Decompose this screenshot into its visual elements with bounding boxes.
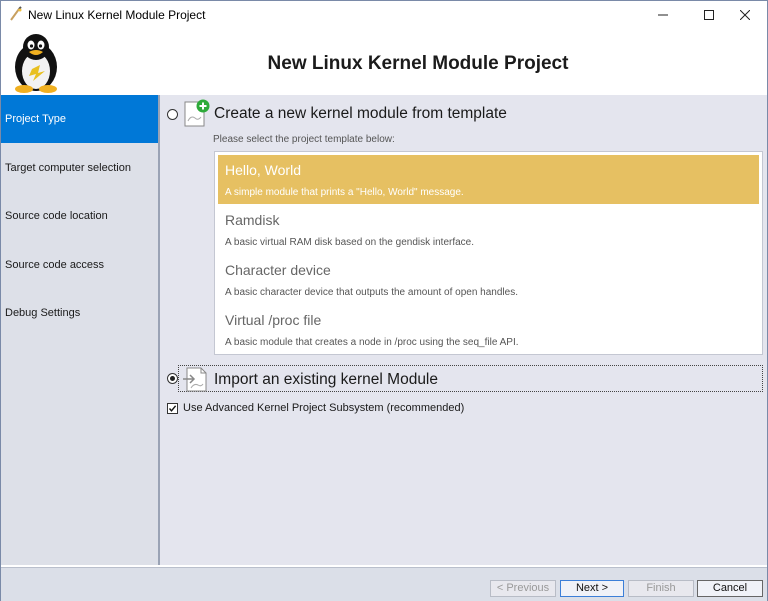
minimize-icon: [658, 14, 668, 16]
template-option-radio[interactable]: [167, 109, 178, 120]
sidebar-item-source-location[interactable]: Source code location: [1, 192, 158, 240]
sidebar-item-debug-settings[interactable]: Debug Settings: [1, 289, 158, 337]
template-item-hello-world[interactable]: Hello, World A simple module that prints…: [218, 155, 759, 204]
wizard-header: New Linux Kernel Module Project: [1, 29, 767, 95]
close-icon: [740, 10, 750, 20]
template-description: A basic character device that outputs th…: [225, 287, 518, 298]
previous-button[interactable]: < Previous: [490, 580, 556, 597]
cancel-button[interactable]: Cancel: [697, 580, 763, 597]
template-option-label: Create a new kernel module from template: [214, 105, 507, 122]
import-option-label: Import an existing kernel Module: [214, 371, 439, 388]
advanced-subsystem-checkbox[interactable]: [167, 403, 178, 414]
finish-button[interactable]: Finish: [628, 580, 694, 597]
wizard-steps-sidebar: Project Type Target computer selection S…: [1, 95, 160, 565]
main-panel: Create a new kernel module from template…: [160, 95, 767, 565]
template-description: A basic virtual RAM disk based on the ge…: [225, 237, 475, 248]
next-button[interactable]: Next >: [560, 580, 624, 597]
maximize-icon: [704, 10, 714, 20]
import-option-radio[interactable]: [167, 373, 178, 384]
template-hint: Please select the project template below…: [213, 134, 395, 145]
app-wizard-icon: [10, 6, 22, 21]
template-item-ramdisk[interactable]: Ramdisk A basic virtual RAM disk based o…: [218, 205, 759, 254]
template-description: A basic module that creates a node in /p…: [225, 337, 519, 348]
template-list: Hello, World A simple module that prints…: [214, 151, 763, 355]
minimize-button[interactable]: [641, 1, 685, 29]
import-file-icon: [183, 367, 207, 392]
advanced-subsystem-label: Use Advanced Kernel Project Subsystem (r…: [183, 402, 465, 414]
sidebar-item-target-computer[interactable]: Target computer selection: [1, 144, 158, 192]
new-file-icon: [184, 99, 210, 127]
template-description: A simple module that prints a "Hello, Wo…: [225, 187, 464, 198]
template-title: Virtual /proc file: [225, 312, 322, 328]
template-item-character-device[interactable]: Character device A basic character devic…: [218, 255, 759, 304]
template-title: Ramdisk: [225, 212, 280, 228]
page-heading: New Linux Kernel Module Project: [267, 53, 569, 74]
dialog-window: New Linux Kernel Module Project New Linu…: [0, 0, 768, 601]
template-title: Hello, World: [225, 162, 301, 178]
window-title: New Linux Kernel Module Project: [28, 8, 206, 22]
checkmark-icon: [168, 405, 177, 412]
close-button[interactable]: [723, 1, 767, 29]
sidebar-item-project-type[interactable]: Project Type: [1, 95, 158, 143]
wizard-footer: < Previous Next > Finish Cancel: [1, 567, 767, 601]
sidebar-item-source-access[interactable]: Source code access: [1, 241, 158, 289]
template-title: Character device: [225, 262, 331, 278]
template-item-virtual-proc-file[interactable]: Virtual /proc file A basic module that c…: [218, 305, 759, 354]
title-bar: New Linux Kernel Module Project: [1, 1, 767, 29]
